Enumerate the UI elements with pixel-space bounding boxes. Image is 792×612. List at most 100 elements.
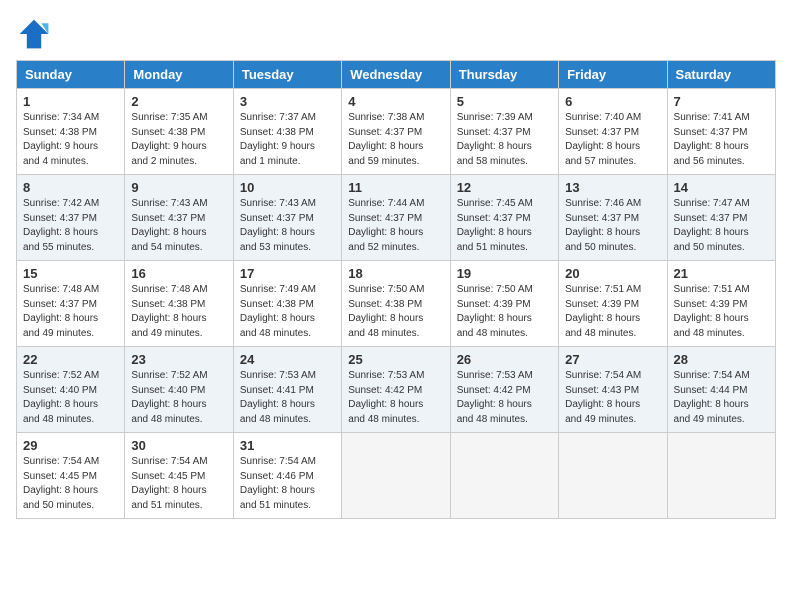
day-number: 22 <box>23 352 118 367</box>
day-number: 31 <box>240 438 335 453</box>
day-info: Sunrise: 7:49 AM Sunset: 4:38 PM Dayligh… <box>240 283 335 341</box>
day-info: Sunrise: 7:39 AM Sunset: 4:37 PM Dayligh… <box>457 111 552 169</box>
calendar-cell: 27 Sunrise: 7:54 AM Sunset: 4:43 PM Dayli… <box>559 347 667 433</box>
day-info: Sunrise: 7:45 AM Sunset: 4:37 PM Dayligh… <box>457 197 552 255</box>
day-number: 4 <box>348 94 443 109</box>
day-number: 16 <box>131 266 226 281</box>
day-number: 5 <box>457 94 552 109</box>
calendar-cell: 7 Sunrise: 7:41 AM Sunset: 4:37 PM Daylig… <box>667 89 775 175</box>
day-number: 25 <box>348 352 443 367</box>
calendar-cell: 21 Sunrise: 7:51 AM Sunset: 4:39 PM Dayli… <box>667 261 775 347</box>
calendar-cell: 23 Sunrise: 7:52 AM Sunset: 4:40 PM Dayli… <box>125 347 233 433</box>
calendar-cell: 25 Sunrise: 7:53 AM Sunset: 4:42 PM Dayli… <box>342 347 450 433</box>
day-info: Sunrise: 7:43 AM Sunset: 4:37 PM Dayligh… <box>131 197 226 255</box>
calendar-cell: 28 Sunrise: 7:54 AM Sunset: 4:44 PM Dayli… <box>667 347 775 433</box>
day-info: Sunrise: 7:37 AM Sunset: 4:38 PM Dayligh… <box>240 111 335 169</box>
day-info: Sunrise: 7:48 AM Sunset: 4:37 PM Dayligh… <box>23 283 118 341</box>
day-number: 17 <box>240 266 335 281</box>
day-number: 20 <box>565 266 660 281</box>
calendar-cell: 3 Sunrise: 7:37 AM Sunset: 4:38 PM Daylig… <box>233 89 341 175</box>
col-header-sunday: Sunday <box>17 61 125 89</box>
day-number: 21 <box>674 266 769 281</box>
day-info: Sunrise: 7:40 AM Sunset: 4:37 PM Dayligh… <box>565 111 660 169</box>
calendar-cell: 1 Sunrise: 7:34 AM Sunset: 4:38 PM Daylig… <box>17 89 125 175</box>
day-number: 19 <box>457 266 552 281</box>
day-number: 6 <box>565 94 660 109</box>
day-number: 23 <box>131 352 226 367</box>
calendar-cell <box>450 433 558 519</box>
calendar-cell: 12 Sunrise: 7:45 AM Sunset: 4:37 PM Dayli… <box>450 175 558 261</box>
day-number: 7 <box>674 94 769 109</box>
logo-icon <box>16 16 52 52</box>
logo <box>16 16 58 52</box>
calendar-cell: 13 Sunrise: 7:46 AM Sunset: 4:37 PM Dayli… <box>559 175 667 261</box>
day-number: 28 <box>674 352 769 367</box>
calendar-cell: 29 Sunrise: 7:54 AM Sunset: 4:45 PM Dayli… <box>17 433 125 519</box>
calendar-cell: 26 Sunrise: 7:53 AM Sunset: 4:42 PM Dayli… <box>450 347 558 433</box>
calendar-table: SundayMondayTuesdayWednesdayThursdayFrid… <box>16 60 776 519</box>
day-info: Sunrise: 7:43 AM Sunset: 4:37 PM Dayligh… <box>240 197 335 255</box>
day-number: 13 <box>565 180 660 195</box>
day-info: Sunrise: 7:41 AM Sunset: 4:37 PM Dayligh… <box>674 111 769 169</box>
day-info: Sunrise: 7:52 AM Sunset: 4:40 PM Dayligh… <box>23 369 118 427</box>
calendar-cell: 9 Sunrise: 7:43 AM Sunset: 4:37 PM Daylig… <box>125 175 233 261</box>
calendar-cell: 17 Sunrise: 7:49 AM Sunset: 4:38 PM Dayli… <box>233 261 341 347</box>
col-header-wednesday: Wednesday <box>342 61 450 89</box>
day-info: Sunrise: 7:46 AM Sunset: 4:37 PM Dayligh… <box>565 197 660 255</box>
calendar-cell <box>667 433 775 519</box>
col-header-friday: Friday <box>559 61 667 89</box>
calendar-cell <box>342 433 450 519</box>
col-header-thursday: Thursday <box>450 61 558 89</box>
day-number: 14 <box>674 180 769 195</box>
page-header <box>16 16 776 52</box>
calendar-cell: 11 Sunrise: 7:44 AM Sunset: 4:37 PM Dayli… <box>342 175 450 261</box>
calendar-cell: 30 Sunrise: 7:54 AM Sunset: 4:45 PM Dayli… <box>125 433 233 519</box>
calendar-cell: 5 Sunrise: 7:39 AM Sunset: 4:37 PM Daylig… <box>450 89 558 175</box>
calendar-cell: 19 Sunrise: 7:50 AM Sunset: 4:39 PM Dayli… <box>450 261 558 347</box>
day-info: Sunrise: 7:53 AM Sunset: 4:41 PM Dayligh… <box>240 369 335 427</box>
day-info: Sunrise: 7:50 AM Sunset: 4:38 PM Dayligh… <box>348 283 443 341</box>
col-header-tuesday: Tuesday <box>233 61 341 89</box>
day-number: 26 <box>457 352 552 367</box>
calendar-cell <box>559 433 667 519</box>
day-info: Sunrise: 7:54 AM Sunset: 4:46 PM Dayligh… <box>240 455 335 513</box>
calendar-cell: 4Sunrise: 7:38 AM Sunset: 4:37 PM Daylig… <box>342 89 450 175</box>
day-info: Sunrise: 7:54 AM Sunset: 4:43 PM Dayligh… <box>565 369 660 427</box>
day-number: 18 <box>348 266 443 281</box>
day-info: Sunrise: 7:54 AM Sunset: 4:44 PM Dayligh… <box>674 369 769 427</box>
day-number: 9 <box>131 180 226 195</box>
calendar-cell: 15Sunrise: 7:48 AM Sunset: 4:37 PM Dayli… <box>17 261 125 347</box>
day-number: 11 <box>348 180 443 195</box>
day-info: Sunrise: 7:51 AM Sunset: 4:39 PM Dayligh… <box>674 283 769 341</box>
day-number: 1 <box>23 94 118 109</box>
day-number: 8 <box>23 180 118 195</box>
calendar-cell: 22 Sunrise: 7:52 AM Sunset: 4:40 PM Dayli… <box>17 347 125 433</box>
day-info: Sunrise: 7:51 AM Sunset: 4:39 PM Dayligh… <box>565 283 660 341</box>
col-header-monday: Monday <box>125 61 233 89</box>
day-info: Sunrise: 7:53 AM Sunset: 4:42 PM Dayligh… <box>348 369 443 427</box>
calendar-cell: 16 Sunrise: 7:48 AM Sunset: 4:38 PM Dayli… <box>125 261 233 347</box>
day-info: Sunrise: 7:52 AM Sunset: 4:40 PM Dayligh… <box>131 369 226 427</box>
day-info: Sunrise: 7:54 AM Sunset: 4:45 PM Dayligh… <box>131 455 226 513</box>
day-info: Sunrise: 7:34 AM Sunset: 4:38 PM Dayligh… <box>23 111 118 169</box>
day-number: 10 <box>240 180 335 195</box>
day-number: 12 <box>457 180 552 195</box>
calendar-cell: 8 Sunrise: 7:42 AM Sunset: 4:37 PM Daylig… <box>17 175 125 261</box>
day-info: Sunrise: 7:53 AM Sunset: 4:42 PM Dayligh… <box>457 369 552 427</box>
calendar-cell: 2 Sunrise: 7:35 AM Sunset: 4:38 PM Daylig… <box>125 89 233 175</box>
day-info: Sunrise: 7:42 AM Sunset: 4:37 PM Dayligh… <box>23 197 118 255</box>
day-info: Sunrise: 7:35 AM Sunset: 4:38 PM Dayligh… <box>131 111 226 169</box>
day-number: 3 <box>240 94 335 109</box>
day-number: 30 <box>131 438 226 453</box>
day-number: 29 <box>23 438 118 453</box>
calendar-cell: 20 Sunrise: 7:51 AM Sunset: 4:39 PM Dayli… <box>559 261 667 347</box>
day-info: Sunrise: 7:54 AM Sunset: 4:45 PM Dayligh… <box>23 455 118 513</box>
day-info: Sunrise: 7:48 AM Sunset: 4:38 PM Dayligh… <box>131 283 226 341</box>
day-info: Sunrise: 7:50 AM Sunset: 4:39 PM Dayligh… <box>457 283 552 341</box>
col-header-saturday: Saturday <box>667 61 775 89</box>
calendar-cell: 6 Sunrise: 7:40 AM Sunset: 4:37 PM Daylig… <box>559 89 667 175</box>
day-info: Sunrise: 7:44 AM Sunset: 4:37 PM Dayligh… <box>348 197 443 255</box>
day-number: 2 <box>131 94 226 109</box>
day-number: 24 <box>240 352 335 367</box>
day-number: 27 <box>565 352 660 367</box>
